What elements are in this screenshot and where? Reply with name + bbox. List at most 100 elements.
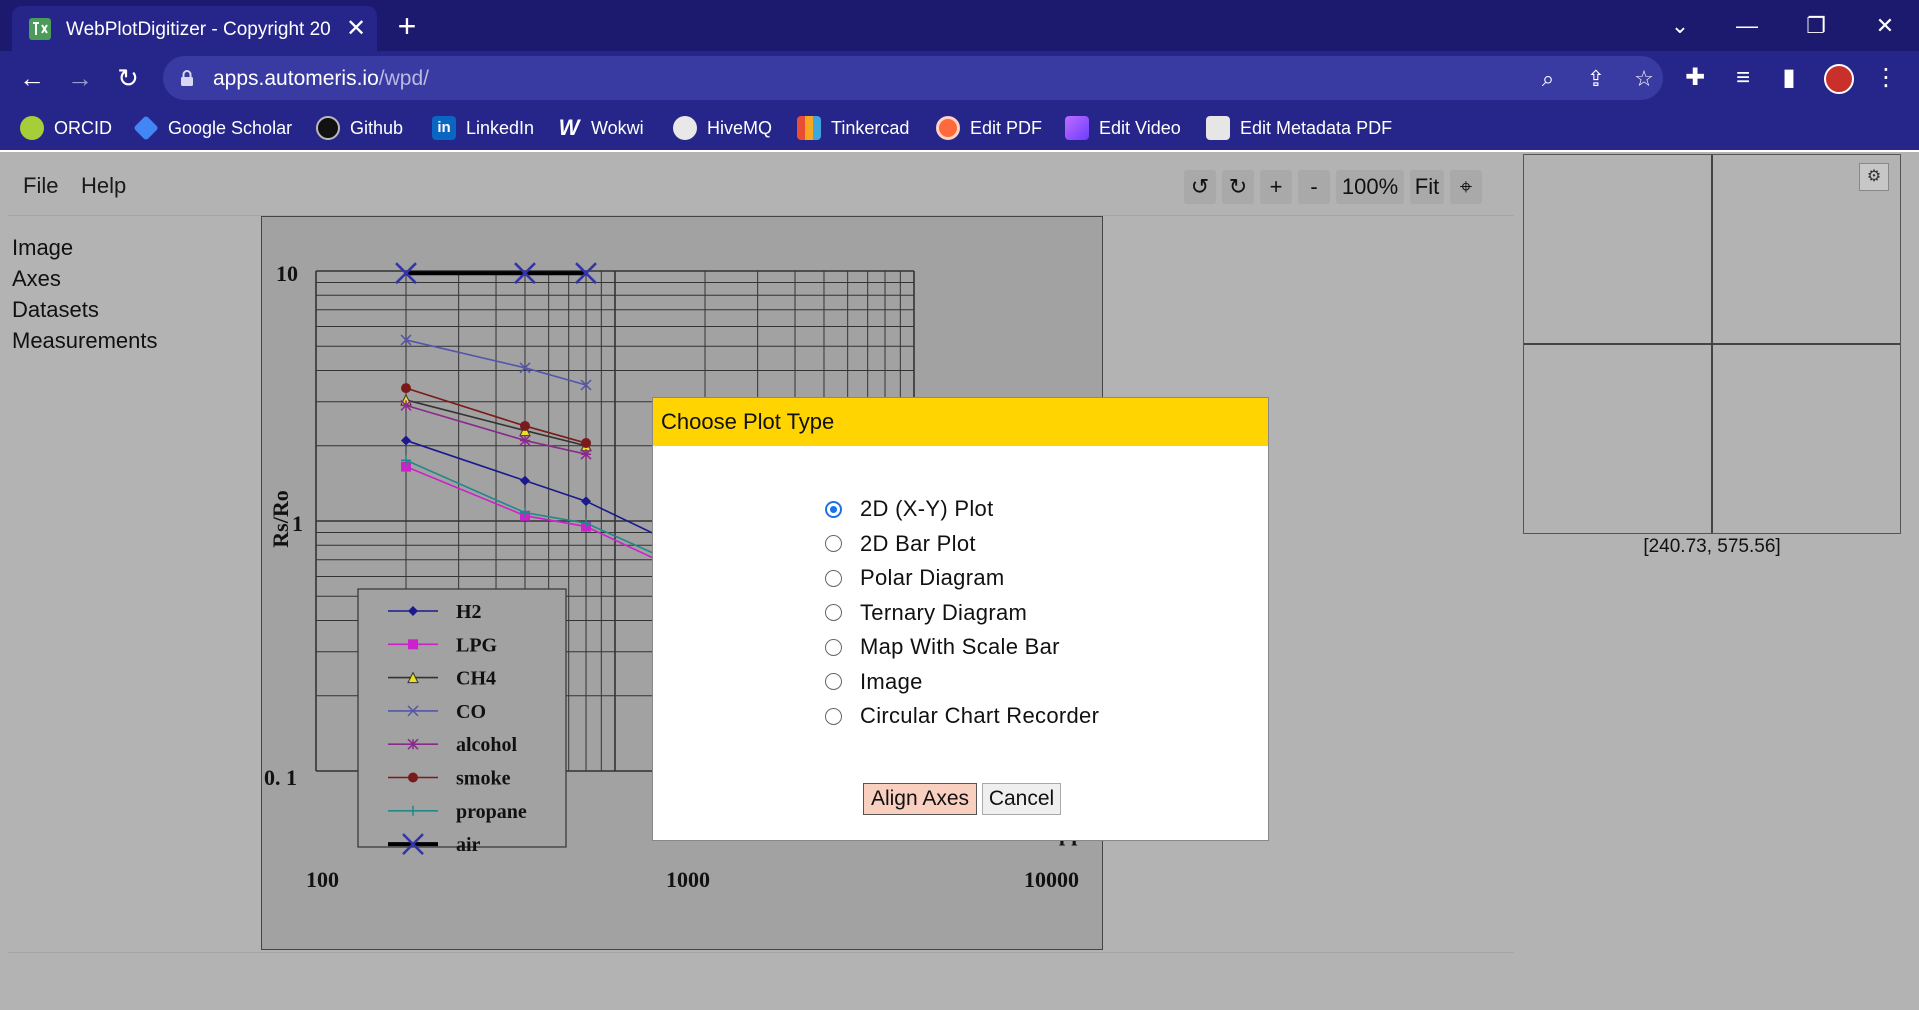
plot-y-label: Rs/Ro — [268, 490, 293, 547]
bookmark-linkedin[interactable]: in LinkedIn — [432, 114, 534, 142]
dialog-title: Choose Plot Type — [653, 398, 1268, 446]
magnifier-crosshair-v — [1711, 155, 1713, 533]
google-scholar-icon — [133, 115, 159, 141]
bookmark-wokwi[interactable]: W Wokwi — [557, 114, 644, 142]
zoom-out-button[interactable]: - — [1298, 170, 1330, 204]
plot-x-tick-1000: 1000 — [666, 867, 710, 892]
edit-pdf-icon — [936, 116, 960, 140]
plot-x-tick-100: 100 — [306, 867, 339, 892]
bookmark-orcid[interactable]: ORCID — [20, 114, 112, 142]
back-icon[interactable]: ← — [14, 60, 50, 96]
bookmark-label: Google Scholar — [168, 117, 293, 138]
plot-type-option[interactable]: Polar Diagram — [825, 561, 1099, 596]
tinkercad-icon — [797, 116, 821, 140]
legend-label: smoke — [456, 768, 511, 790]
plot-x-tick-10000: 10000 — [1024, 867, 1079, 892]
side-menu-axes[interactable]: Axes — [12, 263, 158, 294]
data-point-marker — [581, 438, 592, 449]
wokwi-icon: W — [558, 115, 580, 140]
zoom-level[interactable]: 100% — [1336, 170, 1404, 204]
new-tab-button[interactable]: + — [389, 8, 425, 44]
radio-button[interactable] — [825, 500, 842, 518]
plot-type-option[interactable]: Map With Scale Bar — [825, 630, 1099, 665]
restore-icon[interactable]: ❐ — [1791, 8, 1841, 44]
zoom-search-icon[interactable]: ⌕ — [1533, 64, 1563, 94]
radio-button[interactable] — [825, 673, 842, 691]
plot-type-option[interactable]: Ternary Diagram — [825, 596, 1099, 631]
option-label: 2D Bar Plot — [860, 530, 976, 556]
reload-icon[interactable]: ↻ — [110, 60, 146, 96]
bookmark-label: Edit Metadata PDF — [1240, 117, 1393, 138]
bookmark-hivemq[interactable]: HiveMQ — [673, 114, 772, 142]
crosshair-icon[interactable]: ⌖ — [1450, 170, 1482, 204]
bookmark-label: Github — [350, 117, 404, 138]
data-point-marker — [401, 383, 412, 394]
minimize-icon[interactable]: — — [1722, 8, 1772, 44]
menu-help[interactable]: Help — [81, 173, 126, 199]
rotate-ccw-button[interactable]: ↺ — [1184, 170, 1216, 204]
side-menu-image[interactable]: Image — [12, 232, 158, 263]
plot-type-option[interactable]: Image — [825, 665, 1099, 700]
legend-label: H2 — [456, 601, 482, 623]
bookmark-github[interactable]: Github — [316, 114, 403, 142]
bookmark-google-scholar[interactable]: Google Scholar — [133, 114, 293, 142]
plot-y-tick-1: 1 — [292, 511, 303, 536]
media-queue-icon[interactable]: ≡ — [1727, 62, 1759, 94]
side-menu: Image Axes Datasets Measurements — [12, 232, 158, 356]
plot-y-tick-0-1: 0. 1 — [264, 765, 297, 790]
zoom-in-button[interactable]: + — [1260, 170, 1292, 204]
browser-tab[interactable]: WebPlotDigitizer - Copyright 20 ✕ — [12, 6, 377, 51]
kebab-menu-icon[interactable]: ⋮ — [1870, 62, 1902, 94]
side-menu-measurements[interactable]: Measurements — [12, 325, 158, 356]
magnifier-settings-icon[interactable]: ⚙ — [1859, 163, 1889, 191]
fit-button[interactable]: Fit — [1410, 170, 1444, 204]
align-axes-button[interactable]: Align Axes — [863, 783, 977, 815]
data-point-marker — [400, 399, 412, 411]
radio-button[interactable] — [825, 569, 842, 587]
cancel-button[interactable]: Cancel — [982, 783, 1061, 815]
edit-video-icon — [1065, 116, 1089, 140]
forward-icon[interactable]: → — [62, 60, 98, 96]
bookmark-edit-metadata-pdf[interactable]: Edit Metadata PDF — [1206, 114, 1392, 142]
orcid-icon — [20, 116, 44, 140]
url-host: apps.automeris.io — [213, 67, 379, 90]
address-bar[interactable]: apps.automeris.io/wpd/ ⌕ ⇪ ☆ — [163, 56, 1663, 100]
data-point-marker — [580, 448, 592, 460]
hivemq-icon — [673, 116, 697, 140]
url-path: /wpd/ — [378, 67, 429, 90]
bookmark-edit-video[interactable]: Edit Video — [1065, 114, 1181, 142]
radio-button[interactable] — [825, 604, 842, 622]
data-point-marker — [407, 738, 419, 750]
share-icon[interactable]: ⇪ — [1581, 64, 1611, 94]
menu-file[interactable]: File — [23, 173, 58, 199]
divider — [8, 952, 1514, 953]
bookmark-star-icon[interactable]: ☆ — [1629, 64, 1659, 94]
close-window-icon[interactable]: ✕ — [1860, 8, 1910, 44]
browser-tab-strip: WebPlotDigitizer - Copyright 20 ✕ + ⌄ — … — [0, 0, 1919, 51]
data-point-marker — [519, 475, 530, 486]
tab-close-icon[interactable]: ✕ — [342, 15, 370, 43]
plot-type-option[interactable]: 2D Bar Plot — [825, 527, 1099, 562]
radio-button[interactable] — [825, 707, 842, 725]
side-menu-datasets[interactable]: Datasets — [12, 294, 158, 325]
bookmark-tinkercad[interactable]: Tinkercad — [797, 114, 909, 142]
webplotdigitizer-favicon-icon — [29, 18, 51, 40]
bookmark-edit-pdf[interactable]: Edit PDF — [936, 114, 1042, 142]
plot-type-option[interactable]: Circular Chart Recorder — [825, 699, 1099, 734]
rotate-cw-button[interactable]: ↻ — [1222, 170, 1254, 204]
bookmark-label: ORCID — [54, 117, 112, 138]
tab-search-icon[interactable]: ⌄ — [1655, 8, 1705, 44]
extensions-icon[interactable]: ✚ — [1679, 62, 1711, 94]
legend-label: alcohol — [456, 734, 518, 756]
app-menubar: File Help ↺ ↻ + - 100% Fit ⌖ — [8, 152, 1514, 216]
edit-metadata-pdf-icon — [1206, 116, 1230, 140]
profile-avatar[interactable] — [1824, 64, 1854, 94]
plot-type-option[interactable]: 2D (X-Y) Plot — [825, 492, 1099, 527]
legend-label: propane — [456, 801, 527, 823]
radio-button[interactable] — [825, 638, 842, 656]
side-panel-icon[interactable]: ▮ — [1773, 62, 1805, 94]
legend-label: air — [456, 834, 481, 856]
radio-button[interactable] — [825, 535, 842, 553]
bookmark-label: Edit PDF — [970, 117, 1043, 138]
option-label: Map With Scale Bar — [860, 634, 1060, 660]
